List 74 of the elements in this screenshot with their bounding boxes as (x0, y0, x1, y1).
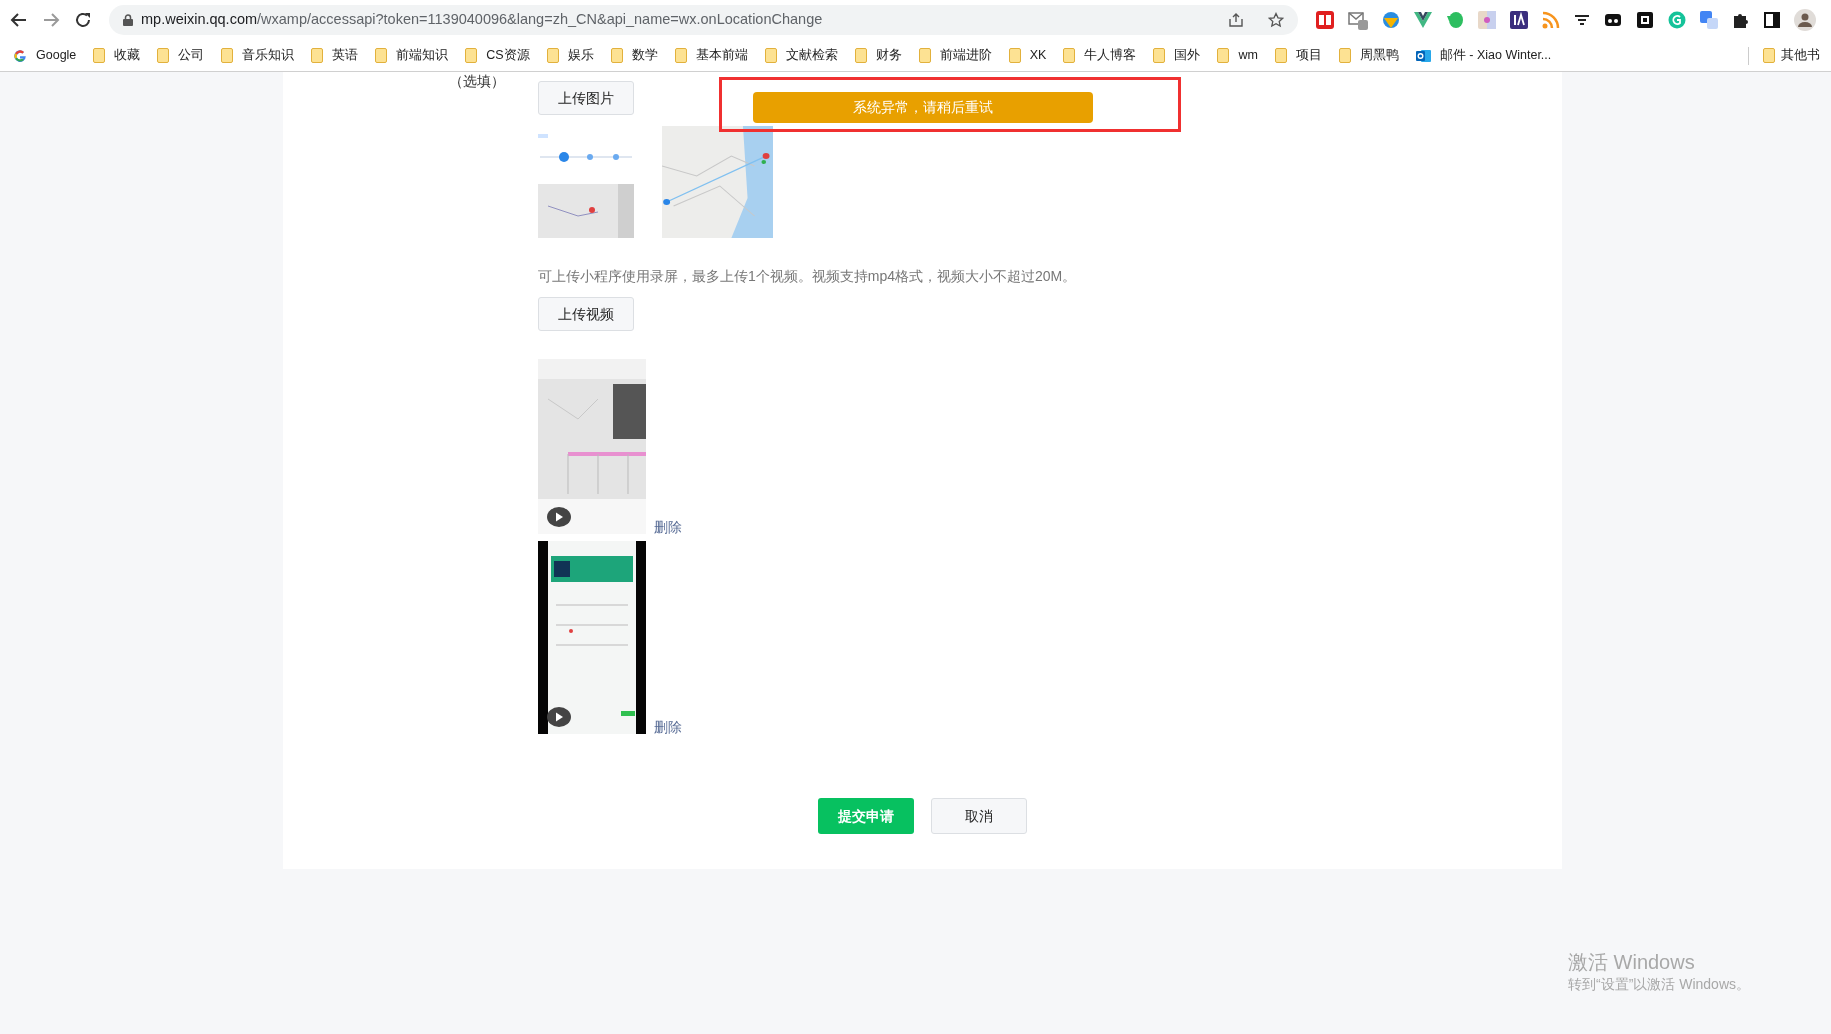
bookmark-folder[interactable]: 文献检索 (764, 46, 838, 65)
folder-icon (465, 48, 478, 63)
outlook-mail-icon (1415, 48, 1431, 63)
bookmark-folder[interactable]: 娱乐 (546, 46, 594, 65)
side-panel-icon[interactable] (1764, 12, 1780, 28)
video-hint-text: 可上传小程序使用录屏，最多上传1个视频。视频支持mp4格式，视频大小不超过20M。 (538, 267, 1077, 286)
cancel-button[interactable]: 取消 (931, 798, 1027, 834)
activation-watermark-text: 转到“设置”以激活 Windows。 (1568, 975, 1750, 994)
extension-icon[interactable] (1316, 11, 1334, 29)
bookmark-folder[interactable]: XK (1008, 46, 1047, 65)
folder-icon (221, 48, 234, 63)
folder-icon (764, 48, 777, 63)
url-text: mp.weixin.qq.com/wxamp/accessapi?token=1139040096&lang=zh_CN&api_name=wx.onLocationChange (141, 10, 824, 30)
bookmark-folder[interactable]: 收藏 (93, 46, 141, 65)
bookmark-link[interactable]: 邮件 - Xiao Winter... (1415, 46, 1552, 65)
bookmark-folder[interactable]: 牛人博客 (1063, 46, 1137, 65)
play-icon[interactable] (547, 507, 571, 527)
bookmark-folder[interactable]: 英语 (311, 46, 359, 65)
bookmark-folder[interactable]: 公司 (157, 46, 205, 65)
reload-icon[interactable] (74, 11, 92, 29)
bookmark-folder[interactable]: 周黑鸭 (1338, 46, 1399, 65)
lock-icon (123, 14, 133, 26)
bookmark-folder[interactable]: 其他书 (1755, 46, 1820, 65)
translate-icon[interactable] (1700, 11, 1718, 29)
folder-icon (311, 48, 324, 63)
bookmark-folder[interactable]: 财务 (854, 46, 902, 65)
bookmark-folder[interactable]: 数学 (610, 46, 658, 65)
square-extension-icon[interactable] (1636, 11, 1654, 29)
delete-link[interactable]: 删除 (654, 520, 682, 536)
back-icon[interactable] (10, 11, 28, 29)
profile-avatar-icon[interactable] (1794, 9, 1816, 31)
bookmark-folder[interactable]: 前端知识 (375, 46, 449, 65)
forward-icon[interactable] (42, 11, 60, 29)
folder-icon (674, 48, 687, 63)
bookmark-star-icon[interactable] (1268, 12, 1284, 28)
bookmark-folder[interactable]: 国外 (1153, 46, 1201, 65)
bookmark-link[interactable]: Google (13, 46, 77, 65)
vue-icon[interactable] (1414, 12, 1432, 28)
google-icon (13, 48, 27, 63)
address-bar[interactable]: mp.weixin.qq.com/wxamp/accessapi?token=1139040096&lang=zh_CN&api_name=wx.onLocationChange (109, 5, 1298, 35)
filter-icon[interactable] (1574, 13, 1590, 27)
error-toast: 系统异常，请稍后重试 (753, 92, 1093, 123)
bookmark-folder[interactable]: CS资源 (465, 46, 530, 65)
folder-icon (1063, 48, 1076, 63)
shield-extension-icon[interactable] (1382, 11, 1400, 29)
tab-extension-icon[interactable] (1604, 11, 1622, 29)
upload-image-button[interactable]: 上传图片 (538, 81, 634, 115)
folder-icon (1274, 48, 1287, 63)
upload-video-button[interactable]: 上传视频 (538, 297, 634, 331)
folder-icon (1008, 48, 1021, 63)
folder-icon (1763, 48, 1775, 63)
bookmark-folder[interactable]: wm (1217, 46, 1258, 65)
bookmark-folder[interactable]: 音乐知识 (221, 46, 295, 65)
folder-icon (546, 48, 559, 63)
folder-icon (610, 48, 623, 63)
folder-icon (1153, 48, 1166, 63)
activation-watermark-title: 激活 Windows (1568, 950, 1696, 974)
mail-extension-icon[interactable] (1348, 10, 1368, 30)
folder-icon (918, 48, 931, 63)
bookmark-folder[interactable]: 前端进阶 (918, 46, 992, 65)
folder-icon (1217, 48, 1230, 63)
share-icon[interactable] (1228, 12, 1244, 28)
folder-icon (375, 48, 388, 63)
bookmark-folder[interactable]: 基本前端 (674, 46, 748, 65)
play-icon[interactable] (547, 707, 571, 727)
folder-icon (157, 48, 170, 63)
delete-link[interactable]: 删除 (654, 720, 682, 736)
folder-icon (93, 48, 106, 63)
bookmark-folder[interactable]: 项目 (1274, 46, 1322, 65)
optional-label: （选填） (449, 73, 505, 91)
folder-icon (854, 48, 867, 63)
folder-icon (1338, 48, 1351, 63)
puzzle-icon[interactable] (1732, 11, 1750, 29)
ia-extension-icon[interactable] (1510, 11, 1528, 29)
